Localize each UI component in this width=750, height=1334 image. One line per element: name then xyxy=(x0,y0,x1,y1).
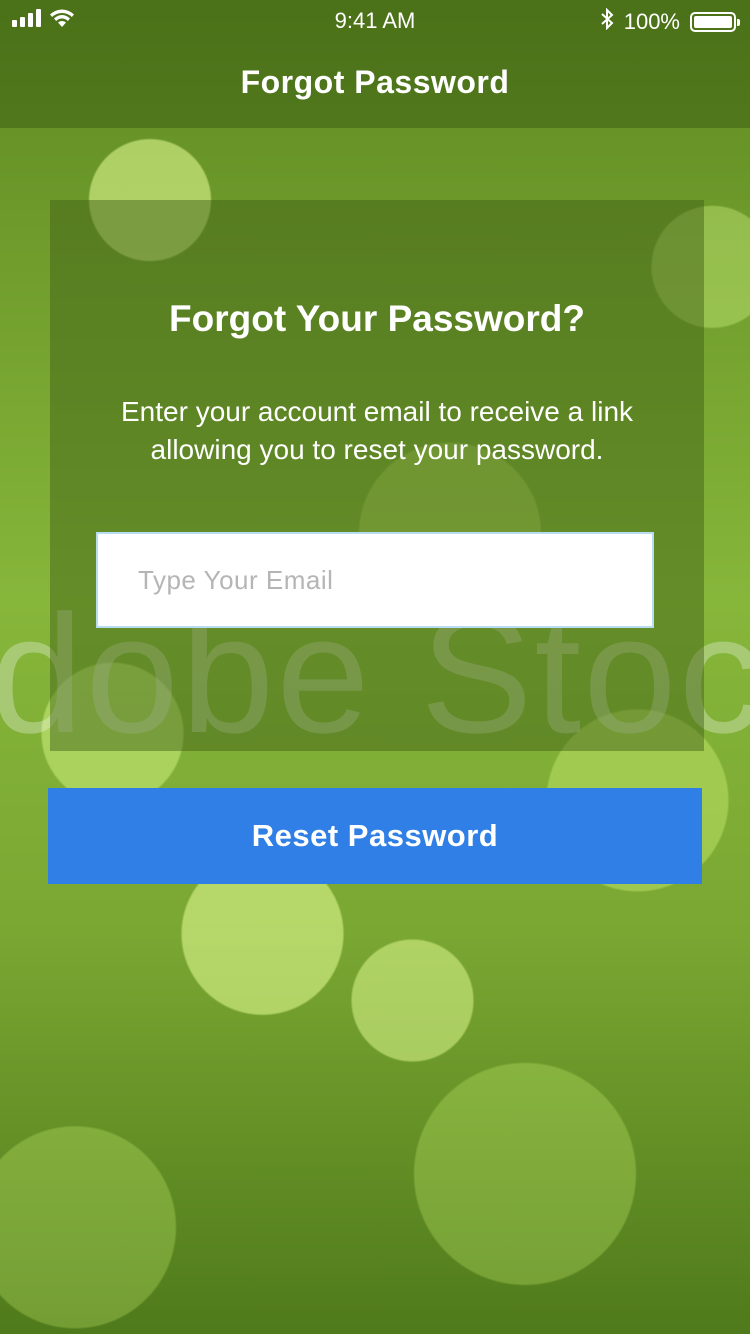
forgot-password-panel: Forgot Your Password? Enter your account… xyxy=(50,200,704,751)
bluetooth-icon xyxy=(600,7,614,36)
reset-password-button[interactable]: Reset Password xyxy=(48,788,702,884)
status-bar: 9:41 AM 100% xyxy=(0,0,750,40)
panel-description: Enter your account email to receive a li… xyxy=(120,396,634,465)
panel-heading: Forgot Your Password? xyxy=(169,298,585,339)
nav-title: Forgot Password xyxy=(240,64,510,100)
battery-icon xyxy=(690,12,740,32)
battery-percent: 100% xyxy=(623,9,680,34)
email-input[interactable] xyxy=(96,532,654,628)
